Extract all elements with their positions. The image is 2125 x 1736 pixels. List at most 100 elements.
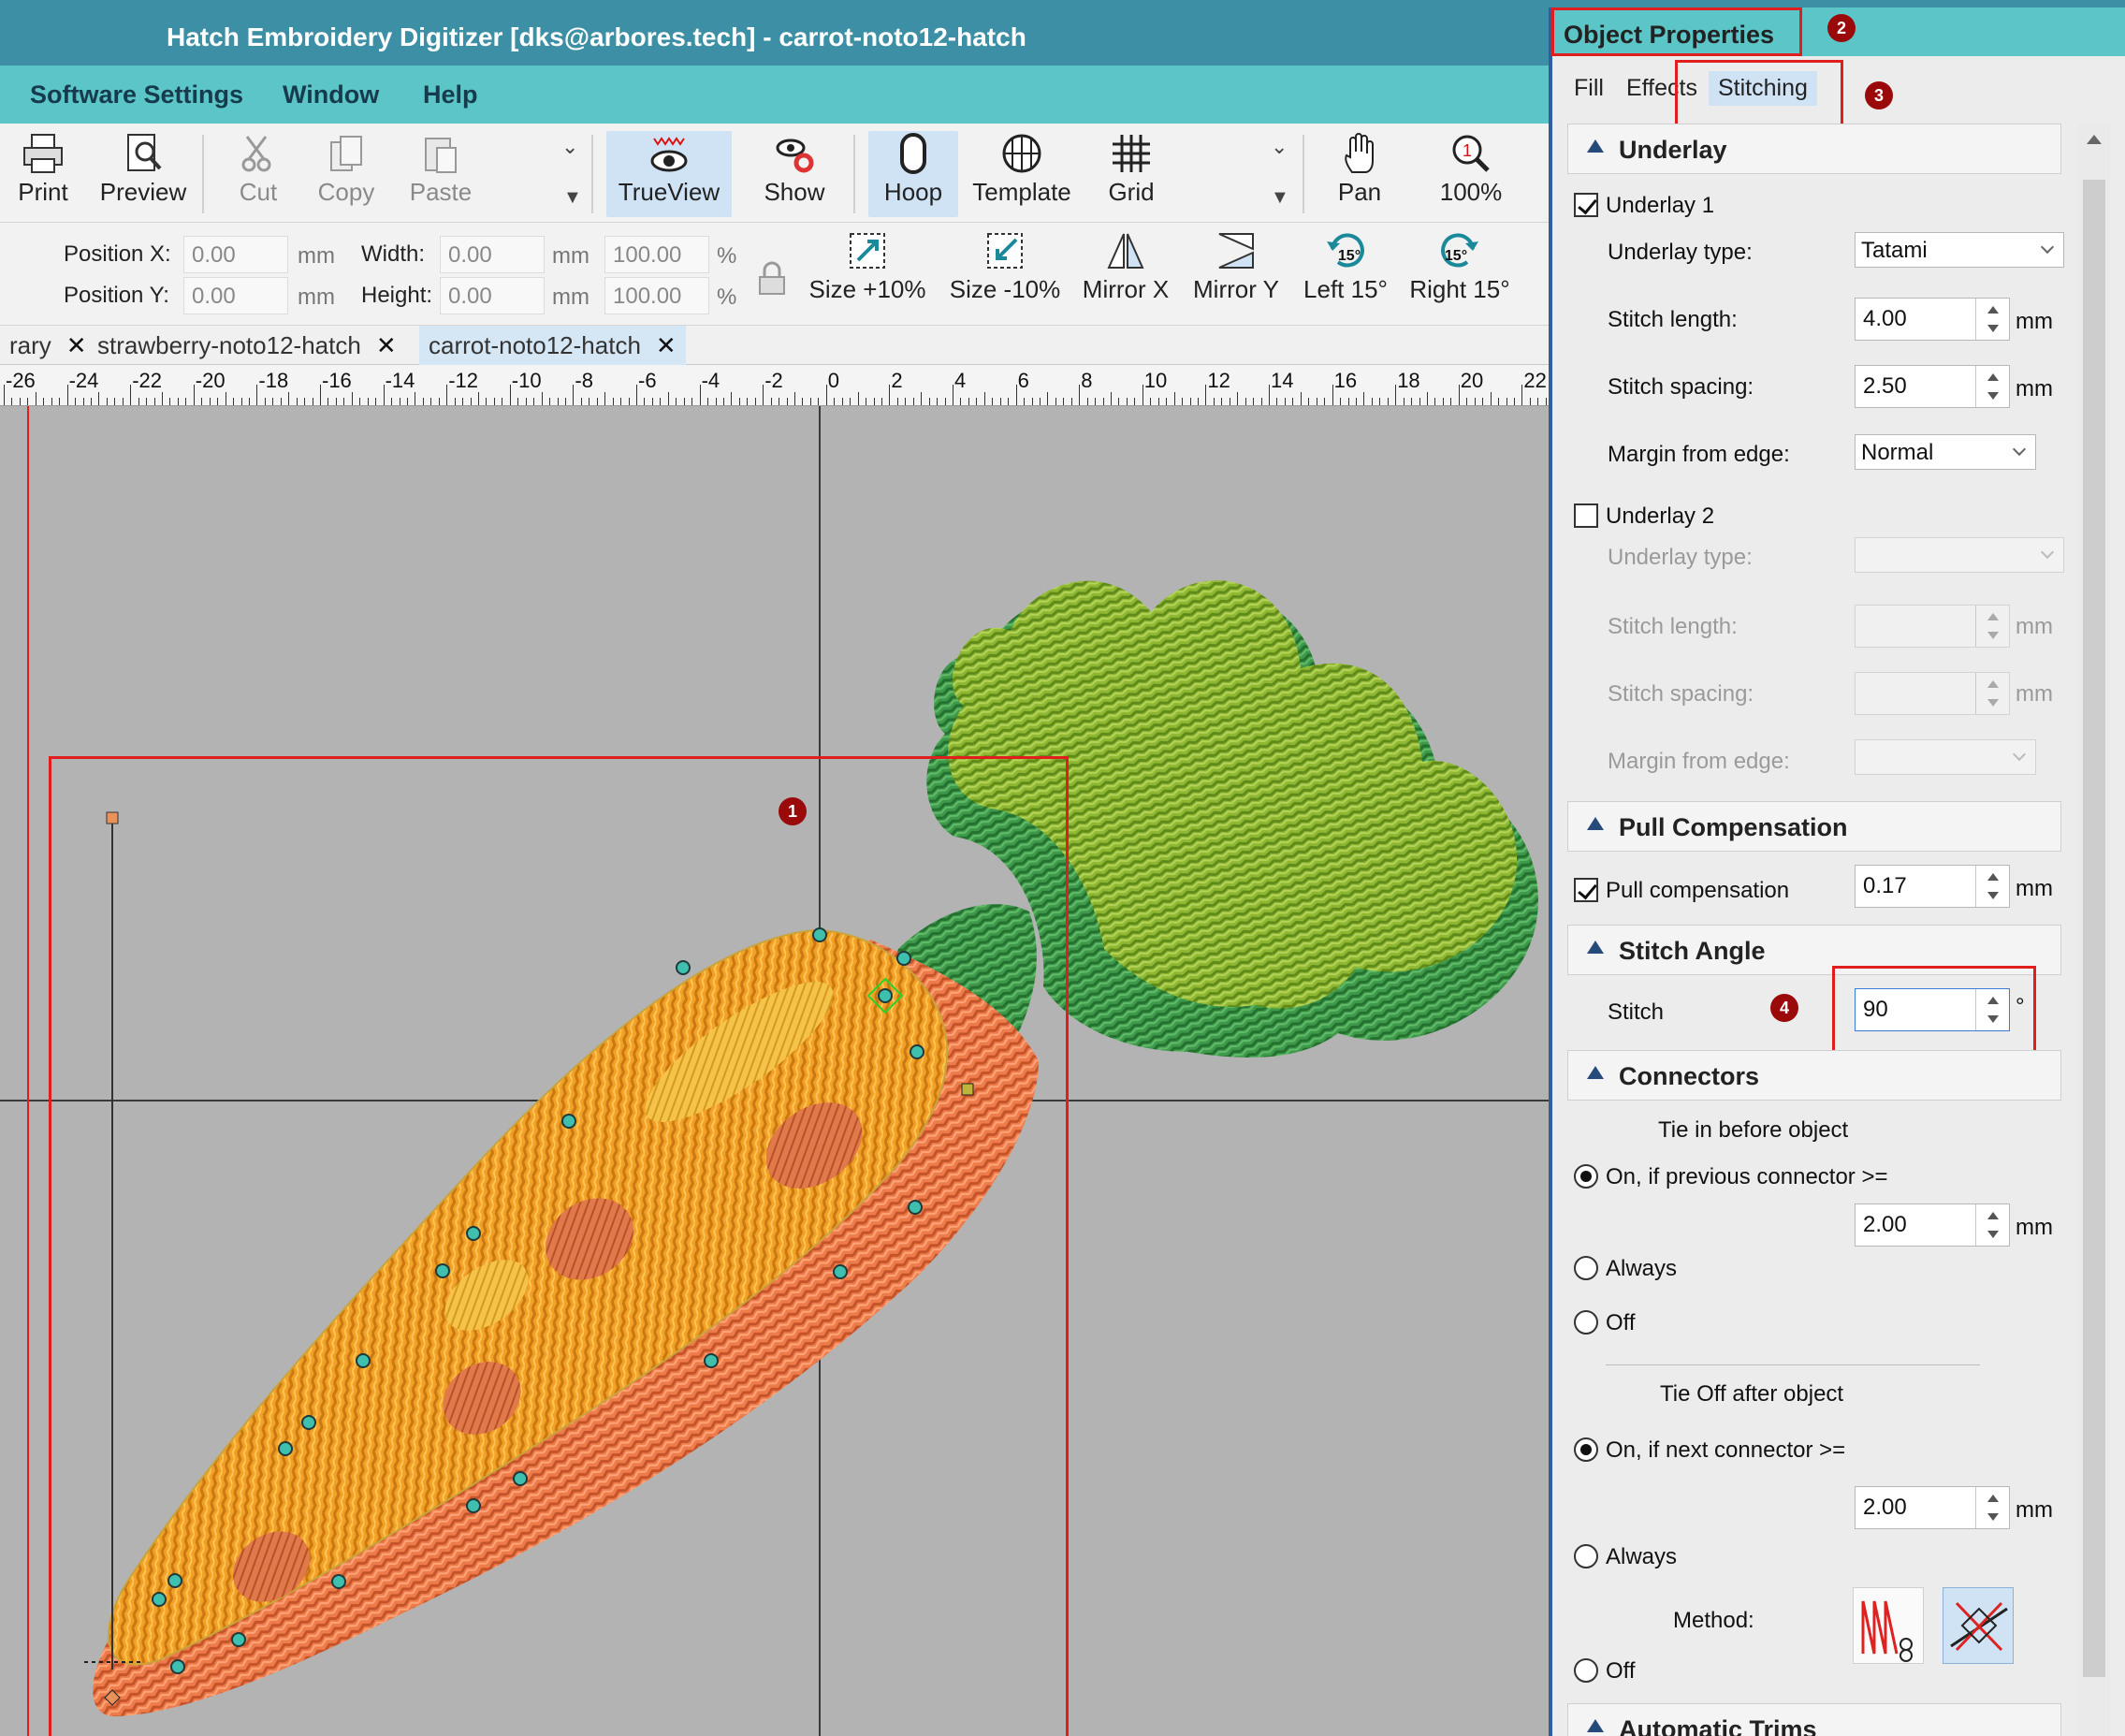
- underlay-2-margin-select[interactable]: [1855, 739, 2036, 775]
- ruler-label: -16: [322, 369, 352, 392]
- tie-in-stepper[interactable]: 2.00: [1855, 1204, 2010, 1247]
- hoop-button[interactable]: Hoop: [868, 131, 958, 217]
- spinner-arrows-icon[interactable]: [1975, 366, 2009, 407]
- pan-button[interactable]: Pan: [1317, 131, 1402, 217]
- section-automatic-trims[interactable]: Automatic Trims: [1567, 1703, 2061, 1736]
- toolbar-dropdown-icon[interactable]: ▼: [1271, 187, 1289, 209]
- template-button[interactable]: Template: [968, 131, 1076, 217]
- ruler-tick: [82, 398, 84, 405]
- size-up-button[interactable]: Size +10%: [807, 228, 928, 314]
- zoom-button[interactable]: 1 100%: [1424, 131, 1518, 217]
- trueview-button[interactable]: TrueView: [606, 131, 732, 217]
- mirror-x-button[interactable]: Mirror X: [1076, 228, 1175, 314]
- margin-select[interactable]: Normal: [1855, 434, 2036, 470]
- section-pull-compensation[interactable]: Pull Compensation: [1567, 801, 2061, 852]
- height-percent-input[interactable]: 100.00: [604, 277, 709, 314]
- method-option-2[interactable]: [1943, 1587, 2014, 1664]
- grid-button[interactable]: Grid: [1089, 131, 1173, 217]
- paste-button[interactable]: Paste: [400, 131, 481, 217]
- spinner-arrows-icon[interactable]: [1975, 299, 2009, 340]
- ruler-tick: [1086, 398, 1088, 405]
- ruler-tick: [343, 398, 345, 405]
- underlay-type-select[interactable]: Tatami: [1855, 232, 2064, 268]
- ruler-tick: [130, 385, 132, 405]
- underlay-1-checkbox[interactable]: [1574, 193, 1598, 217]
- section-connectors[interactable]: Connectors: [1567, 1050, 2061, 1101]
- rotate-left-button[interactable]: 15° Left 15°: [1299, 228, 1392, 314]
- spinner-arrows-icon[interactable]: [1975, 605, 2009, 647]
- tie-off-stepper[interactable]: 2.00: [1855, 1486, 2010, 1529]
- spinner-arrows-icon[interactable]: [1975, 866, 2009, 907]
- menu-help[interactable]: Help: [423, 80, 478, 109]
- tie-in-off-radio[interactable]: [1574, 1310, 1598, 1335]
- toolbar-overflow-chevron-icon[interactable]: ⌄: [561, 135, 578, 159]
- pull-compensation-stepper[interactable]: 0.17: [1855, 865, 2010, 908]
- position-x-input[interactable]: 0.00: [183, 236, 288, 273]
- ruler-tick: [541, 392, 543, 405]
- paste-icon: [425, 138, 457, 173]
- position-y-input[interactable]: 0.00: [183, 277, 288, 314]
- ruler-tick: [1458, 385, 1460, 405]
- menu-software-settings[interactable]: Software Settings: [30, 80, 243, 109]
- width-percent-input[interactable]: 100.00: [604, 236, 709, 273]
- ruler-tick: [367, 398, 369, 405]
- ruler-tick: [51, 398, 52, 405]
- lock-icon[interactable]: [756, 260, 788, 298]
- tie-in-always-radio[interactable]: [1574, 1256, 1598, 1280]
- tab-library[interactable]: rary ✕: [0, 326, 96, 365]
- ruler-tick: [1403, 398, 1405, 405]
- show-button[interactable]: Show: [749, 131, 840, 217]
- underlay-2-checkbox[interactable]: [1574, 503, 1598, 528]
- tie-off-off-radio[interactable]: [1574, 1658, 1598, 1683]
- ruler-tick: [620, 398, 622, 405]
- tab-fill[interactable]: Fill: [1574, 75, 1604, 102]
- copy-button[interactable]: Copy: [309, 131, 384, 217]
- spinner-arrows-icon[interactable]: [1975, 1487, 2009, 1528]
- ruler-tick: [1079, 385, 1081, 405]
- close-icon[interactable]: ✕: [376, 331, 397, 359]
- print-button[interactable]: Print: [7, 131, 79, 217]
- toolbar-overflow-chevron-icon[interactable]: ⌄: [1271, 135, 1288, 159]
- close-icon[interactable]: ✕: [656, 331, 677, 359]
- ruler-tick: [320, 385, 321, 405]
- rotate-right-button[interactable]: 15° Right 15°: [1404, 228, 1516, 314]
- toolbar-separator: [1303, 135, 1304, 213]
- scrollbar-thumb[interactable]: [2083, 180, 2105, 1677]
- underlay-2-spacing-stepper[interactable]: [1855, 672, 2010, 715]
- size-down-button[interactable]: Size -10%: [945, 228, 1065, 314]
- width-input[interactable]: 0.00: [440, 236, 545, 273]
- tie-off-on-radio[interactable]: [1574, 1437, 1598, 1462]
- ruler-tick: [1221, 398, 1223, 405]
- stitch-length-stepper[interactable]: 4.00: [1855, 298, 2010, 341]
- tie-off-always-radio[interactable]: [1574, 1544, 1598, 1568]
- stitch-spacing-unit: mm: [2016, 376, 2053, 401]
- method-option-1[interactable]: [1853, 1587, 1924, 1664]
- ruler-label: 0: [827, 369, 840, 392]
- height-input[interactable]: 0.00: [440, 277, 545, 314]
- tie-in-always-label: Always: [1606, 1256, 1678, 1281]
- tab-carrot[interactable]: carrot-noto12-hatch ✕: [419, 326, 686, 365]
- ruler-tick: [233, 398, 235, 405]
- ruler-tick: [1340, 398, 1342, 405]
- mirror-y-button[interactable]: Mirror Y: [1186, 228, 1286, 314]
- stitch-spacing-label: Stitch spacing:: [1608, 374, 1754, 400]
- pull-compensation-checkbox[interactable]: [1574, 878, 1598, 902]
- menu-window[interactable]: Window: [283, 80, 379, 109]
- close-icon[interactable]: ✕: [66, 331, 87, 359]
- underlay-2-length-stepper[interactable]: [1855, 605, 2010, 648]
- margin-value: Normal: [1861, 440, 1934, 465]
- underlay-2-type-select[interactable]: [1855, 537, 2064, 573]
- tab-strawberry[interactable]: strawberry-noto12-hatch ✕: [88, 326, 406, 365]
- ruler-tick: [1521, 385, 1523, 405]
- ruler-tick: [549, 398, 551, 405]
- tie-in-on-radio[interactable]: [1574, 1164, 1598, 1189]
- scroll-up-icon[interactable]: [2087, 135, 2102, 144]
- preview-button[interactable]: Preview: [94, 131, 193, 217]
- spinner-arrows-icon[interactable]: [1975, 1204, 2009, 1246]
- panel-scrollbar[interactable]: [2078, 124, 2110, 1736]
- toolbar-dropdown-icon[interactable]: ▼: [563, 187, 582, 209]
- stitch-spacing-stepper[interactable]: 2.50: [1855, 365, 2010, 408]
- section-underlay[interactable]: Underlay: [1567, 124, 2061, 174]
- spinner-arrows-icon[interactable]: [1975, 673, 2009, 714]
- cut-button[interactable]: Cut: [221, 131, 296, 217]
